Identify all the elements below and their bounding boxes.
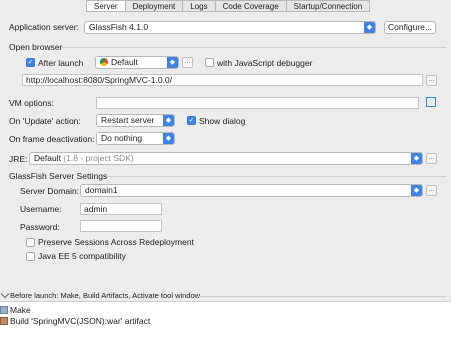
preserve-sessions-label: Preserve Sessions Across Redeployment	[38, 237, 194, 247]
frame-deactivation-label: On frame deactivation:	[9, 134, 95, 144]
browser-select[interactable]: Default ◆	[95, 56, 179, 69]
dropdown-arrow-icon: ◆	[163, 133, 174, 144]
app-server-label: Application server:	[9, 22, 79, 32]
app-server-select[interactable]: GlassFish 4.1.0 ◆	[84, 21, 376, 34]
jre-select[interactable]: Default (1.8 - project SDK) ◆	[29, 152, 423, 165]
app-server-value: GlassFish 4.1.0	[89, 22, 149, 32]
server-domain-select[interactable]: domain1 ◆	[80, 184, 423, 197]
update-action-value: Restart server	[101, 115, 155, 125]
dropdown-arrow-icon: ◆	[411, 185, 422, 196]
password-label: Password:	[20, 222, 60, 232]
tab-deployment[interactable]: Deployment	[125, 0, 184, 12]
url-more-button[interactable]: …	[426, 75, 437, 86]
browser-value: Default	[111, 57, 138, 67]
javaee5-label: Java EE 5 compatibility	[38, 251, 126, 261]
update-action-label: On 'Update' action:	[9, 116, 81, 126]
tab-code-coverage[interactable]: Code Coverage	[215, 0, 287, 12]
javaee5-checkbox[interactable]	[26, 252, 35, 261]
configure-button[interactable]: Configure...	[384, 21, 436, 34]
open-browser-section-title: Open browser	[9, 42, 63, 52]
show-dialog-checkbox[interactable]: ✓	[187, 116, 196, 125]
before-launch-list: Make Build 'SpringMVC(JSON):war' artifac…	[0, 301, 451, 345]
dropdown-arrow-icon: ◆	[411, 153, 422, 164]
url-field[interactable]: http://localhost:8080/SpringMVC-1.0.0/	[22, 74, 423, 86]
frame-deactivation-value: Do nothing	[101, 133, 143, 143]
username-label: Username:	[20, 204, 62, 214]
browser-more-button[interactable]: …	[182, 57, 193, 68]
password-field[interactable]	[80, 220, 162, 232]
show-dialog-label: Show dialog	[199, 116, 246, 126]
expand-icon[interactable]	[426, 97, 436, 107]
tab-logs[interactable]: Logs	[183, 0, 216, 12]
vm-options-field[interactable]	[96, 97, 419, 109]
dropdown-arrow-icon: ◆	[364, 22, 375, 33]
after-launch-checkbox[interactable]: ✓	[26, 58, 35, 67]
server-domain-more-button[interactable]: …	[426, 185, 437, 196]
after-launch-label: After launch	[38, 58, 84, 68]
list-item-label: Make	[10, 305, 31, 315]
jre-label: JRE:	[9, 154, 28, 164]
collapse-arrow-icon[interactable]	[0, 289, 10, 299]
section-divider	[106, 176, 446, 177]
tab-server[interactable]: Server	[86, 0, 126, 12]
jre-more-button[interactable]: …	[426, 153, 437, 164]
js-debugger-label: with JavaScript debugger	[217, 58, 313, 68]
list-item-label: Build 'SpringMVC(JSON):war' artifact	[10, 316, 151, 326]
preserve-sessions-checkbox[interactable]	[26, 238, 35, 247]
frame-deactivation-select[interactable]: Do nothing ◆	[96, 132, 175, 145]
artifact-icon	[0, 317, 8, 325]
make-icon	[0, 306, 8, 314]
tab-startup-connection[interactable]: Startup/Connection	[286, 0, 371, 12]
section-divider	[197, 296, 446, 297]
js-debugger-checkbox[interactable]	[205, 58, 214, 67]
server-domain-value: domain1	[85, 185, 118, 195]
jre-hint: (1.8 - project SDK)	[63, 153, 134, 163]
section-divider	[62, 47, 446, 48]
server-domain-label: Server Domain:	[20, 186, 80, 196]
list-item[interactable]: Build 'SpringMVC(JSON):war' artifact	[0, 315, 150, 327]
update-action-select[interactable]: Restart server ◆	[96, 114, 175, 127]
vm-options-label: VM options:	[9, 98, 54, 108]
username-field[interactable]: admin	[80, 203, 162, 215]
dropdown-arrow-icon: ◆	[163, 115, 174, 126]
tab-bar: Server Deployment Logs Code Coverage Sta…	[86, 0, 371, 12]
jre-value: Default	[34, 153, 61, 163]
chrome-icon	[100, 58, 108, 66]
dropdown-arrow-icon: ◆	[167, 57, 178, 68]
glassfish-section-title: GlassFish Server Settings	[9, 171, 108, 181]
